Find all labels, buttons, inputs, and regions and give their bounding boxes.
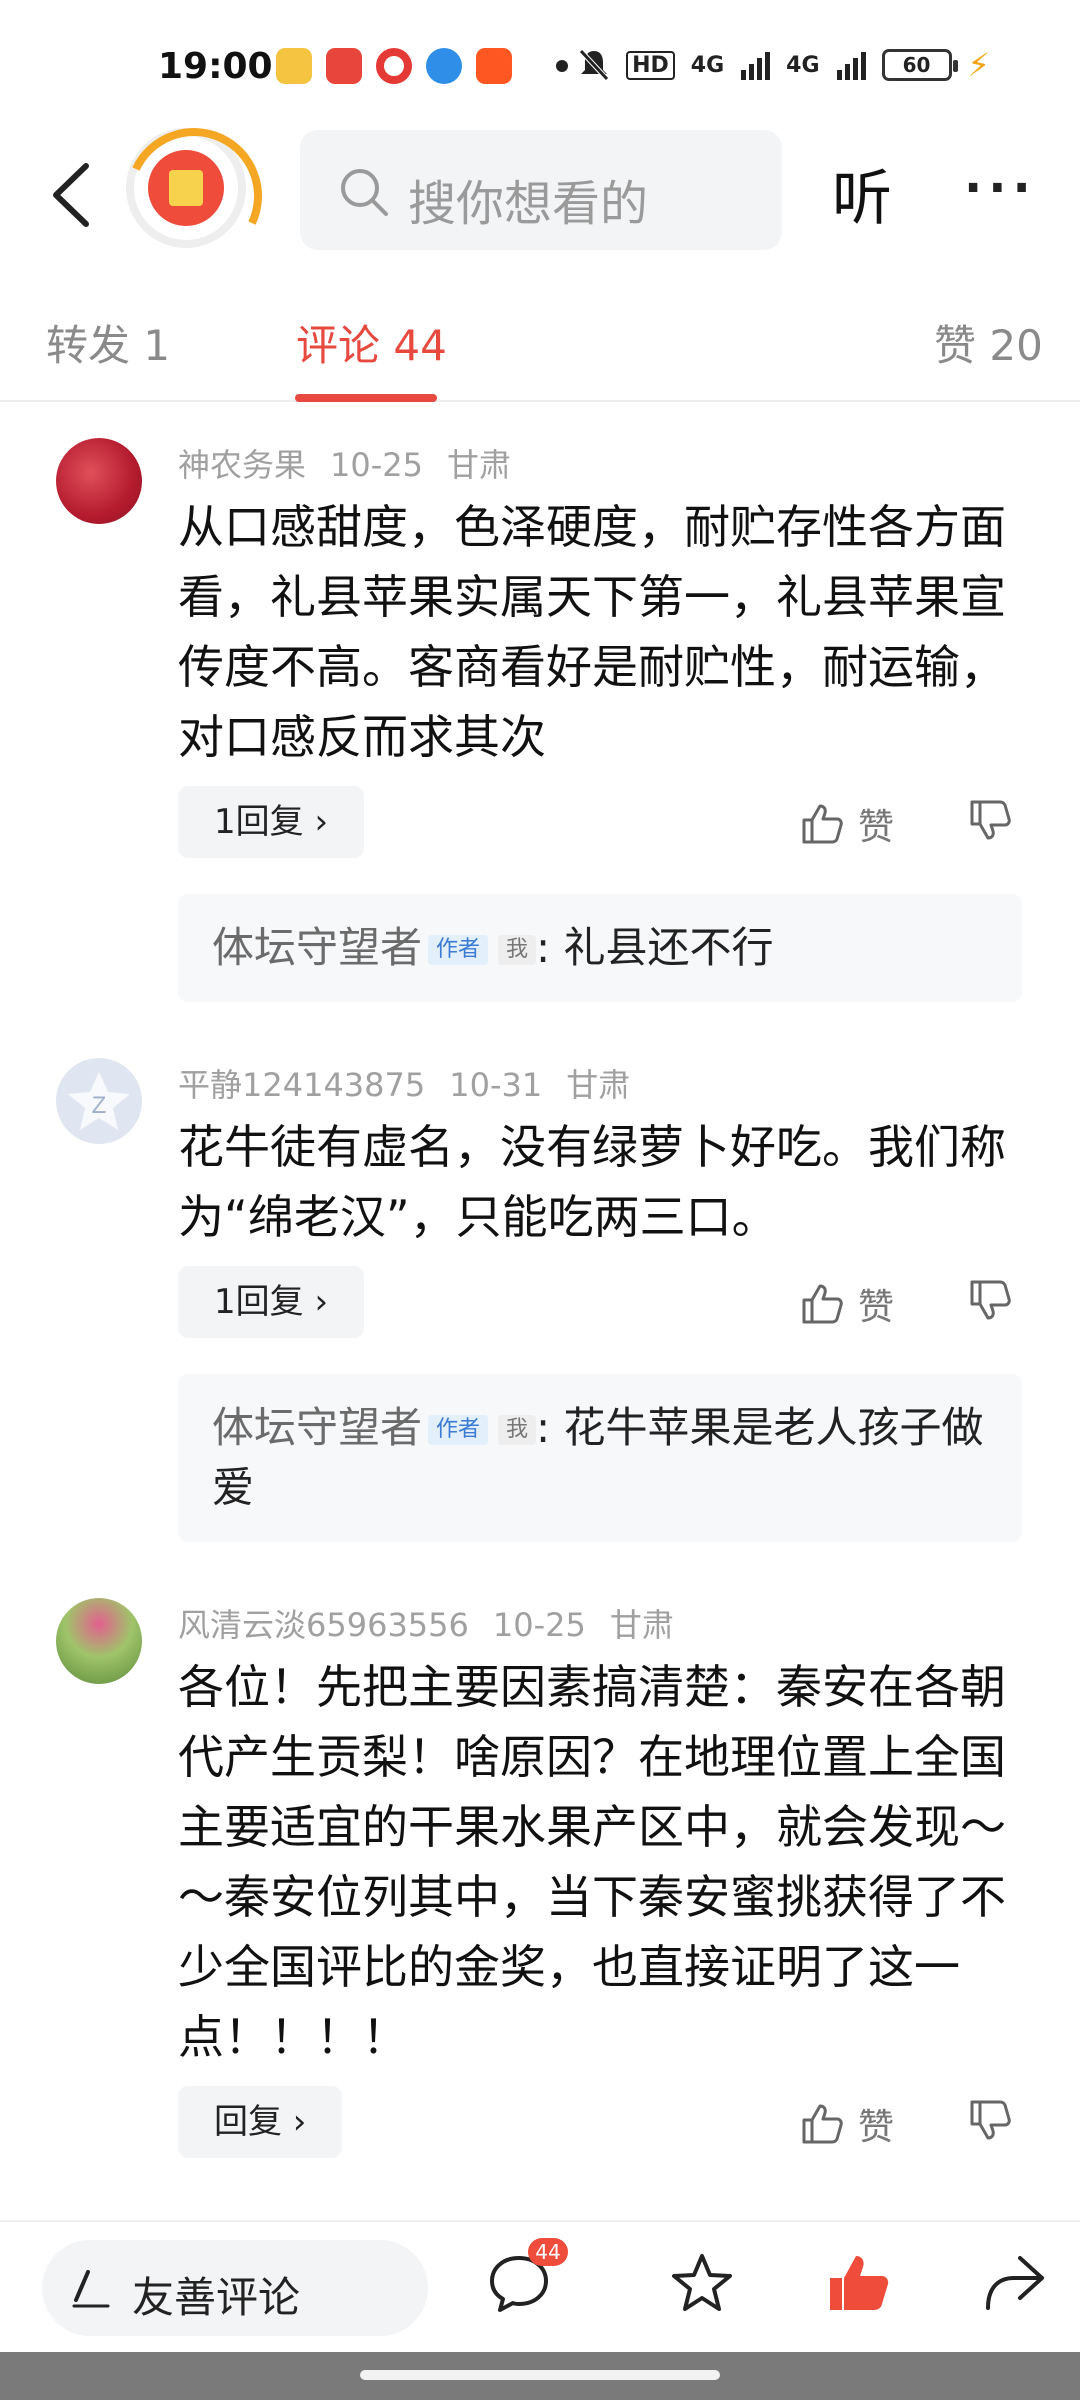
play-app-icon (476, 48, 512, 84)
top-header: 搜你想看的 听 ··· (0, 120, 1080, 260)
reply-button[interactable]: 回复 › (178, 2086, 343, 2158)
search-icon (341, 169, 388, 216)
active-tab-indicator (295, 394, 437, 402)
status-time: 19:00 (158, 46, 273, 87)
like-button[interactable]: 赞 (800, 1278, 894, 1330)
thumbs-down-icon[interactable] (968, 798, 1012, 842)
listen-button[interactable]: 听 (832, 150, 892, 237)
svg-text:Z: Z (92, 1092, 107, 1119)
comment-username[interactable]: 神农务果 (178, 446, 306, 484)
status-right-icons: HD 4G 4G 60 ⚡ (578, 46, 990, 84)
tab-comments[interactable]: 评论 44 (296, 312, 447, 373)
view-replies-button[interactable]: 1回复 › (178, 1266, 365, 1338)
more-options-button[interactable]: ··· (964, 160, 1037, 216)
me-badge: 我 (498, 935, 537, 965)
status-app-icons (276, 48, 512, 84)
comment-date: 10-31 (449, 1066, 543, 1104)
red-envelope-icon (148, 150, 224, 226)
weibo-app-icon (276, 48, 312, 84)
share-arrow-icon[interactable] (980, 2250, 1048, 2316)
comment-input[interactable]: 友善评论 (42, 2240, 428, 2336)
thumbs-down-icon[interactable] (968, 1278, 1012, 1322)
cloud-app-icon (426, 48, 462, 84)
search-bar[interactable]: 搜你想看的 (300, 130, 782, 250)
thumbs-up-filled-icon[interactable] (826, 2250, 892, 2316)
signal-bars-icon (741, 52, 771, 80)
me-badge: 我 (498, 1415, 537, 1445)
user-avatar[interactable] (56, 438, 142, 524)
star-favorite-icon[interactable] (668, 2250, 736, 2318)
like-button[interactable]: 赞 (800, 798, 894, 850)
like-button[interactable]: 赞 (800, 2098, 894, 2150)
comment-username[interactable]: 风清云淡65963556 (178, 1606, 469, 1644)
bottom-action-bar: 友善评论 44 (0, 2220, 1080, 2344)
signal-4g-label-2: 4G (786, 52, 820, 78)
reply-author-name[interactable]: 体坛守望者 (212, 1403, 422, 1452)
home-gesture-handle[interactable] (360, 2370, 720, 2380)
hd-indicator: HD (626, 50, 675, 80)
notification-dot-icon (556, 60, 568, 72)
comment-text: 花牛徒有虚名，没有绿萝卜好吃。我们称为“绵老汉”，只能吃两三口。 (178, 1120, 1006, 1244)
thumbs-up-icon (802, 804, 843, 844)
search-placeholder: 搜你想看的 (408, 176, 649, 232)
system-navigation-bar (0, 2352, 1080, 2400)
video-app-icon (376, 48, 412, 84)
tab-bar: 转发 1 评论 44 赞 20 (0, 260, 1080, 402)
author-badge: 作者 (428, 935, 489, 965)
thumbs-down-icon[interactable] (968, 2098, 1012, 2142)
comment-meta: 风清云淡65963556 10-25 甘肃 (178, 1600, 698, 1646)
comment-location: 甘肃 (566, 1066, 631, 1104)
user-avatar[interactable] (56, 1598, 142, 1684)
comment-meta: 神农务果 10-25 甘肃 (178, 440, 535, 486)
status-bar: 19:00 HD 4G 4G 60 ⚡ (0, 0, 1080, 120)
comment-date: 10-25 (492, 1606, 586, 1644)
tab-likes[interactable]: 赞 20 (934, 312, 1043, 373)
signal-4g-label: 4G (690, 52, 725, 78)
comment-username[interactable]: 平静124143875 (178, 1066, 425, 1104)
pen-icon (72, 2270, 110, 2308)
comment-location: 甘肃 (609, 1606, 674, 1644)
shopping-app-icon (326, 48, 362, 84)
back-arrow-icon[interactable] (46, 160, 96, 230)
signal-bars-icon-2 (836, 52, 866, 80)
reply-author-name[interactable]: 体坛守望者 (212, 923, 422, 972)
author-reply[interactable]: 体坛守望者 作者我: 花牛苹果是老人孩子做爱 (178, 1374, 1022, 1542)
mute-bell-icon (579, 49, 609, 81)
comment-count-badge: 44 (528, 2238, 568, 2266)
comment-location: 甘肃 (447, 446, 512, 484)
like-label: 赞 (858, 807, 895, 848)
author-badge: 作者 (428, 1415, 489, 1445)
comment-text: 从口感甜度，色泽硬度，耐贮存性各方面看，礼县苹果实属天下第一，礼县苹果宣传度不高… (178, 500, 1006, 764)
comment-meta: 平静124143875 10-31 甘肃 (178, 1060, 654, 1106)
comment-text: 各位！先把主要因素搞清楚：秦安在各朝代产生贡梨！啥原因？在地理位置上全国主要适宜… (178, 1660, 1006, 2064)
comment-date: 10-25 (330, 446, 423, 484)
author-reply[interactable]: 体坛守望者 作者我: 礼县还不行 (178, 894, 1022, 1002)
charging-bolt-icon: ⚡ (967, 46, 990, 84)
thumbs-up-icon (802, 2104, 843, 2144)
comment-input-placeholder: 友善评论 (132, 2273, 301, 2322)
thumbs-up-icon (802, 1284, 843, 1324)
red-packet-avatar[interactable] (126, 128, 246, 248)
default-avatar-icon: Z (68, 1072, 130, 1130)
tab-repost[interactable]: 转发 1 (46, 312, 170, 373)
like-label: 赞 (858, 1287, 895, 1328)
like-label: 赞 (858, 2107, 895, 2148)
view-replies-button[interactable]: 1回复 › (178, 786, 365, 858)
user-avatar[interactable]: Z (56, 1058, 142, 1144)
battery-icon: 60 (881, 49, 958, 81)
reply-text: : 礼县还不行 (536, 923, 774, 972)
